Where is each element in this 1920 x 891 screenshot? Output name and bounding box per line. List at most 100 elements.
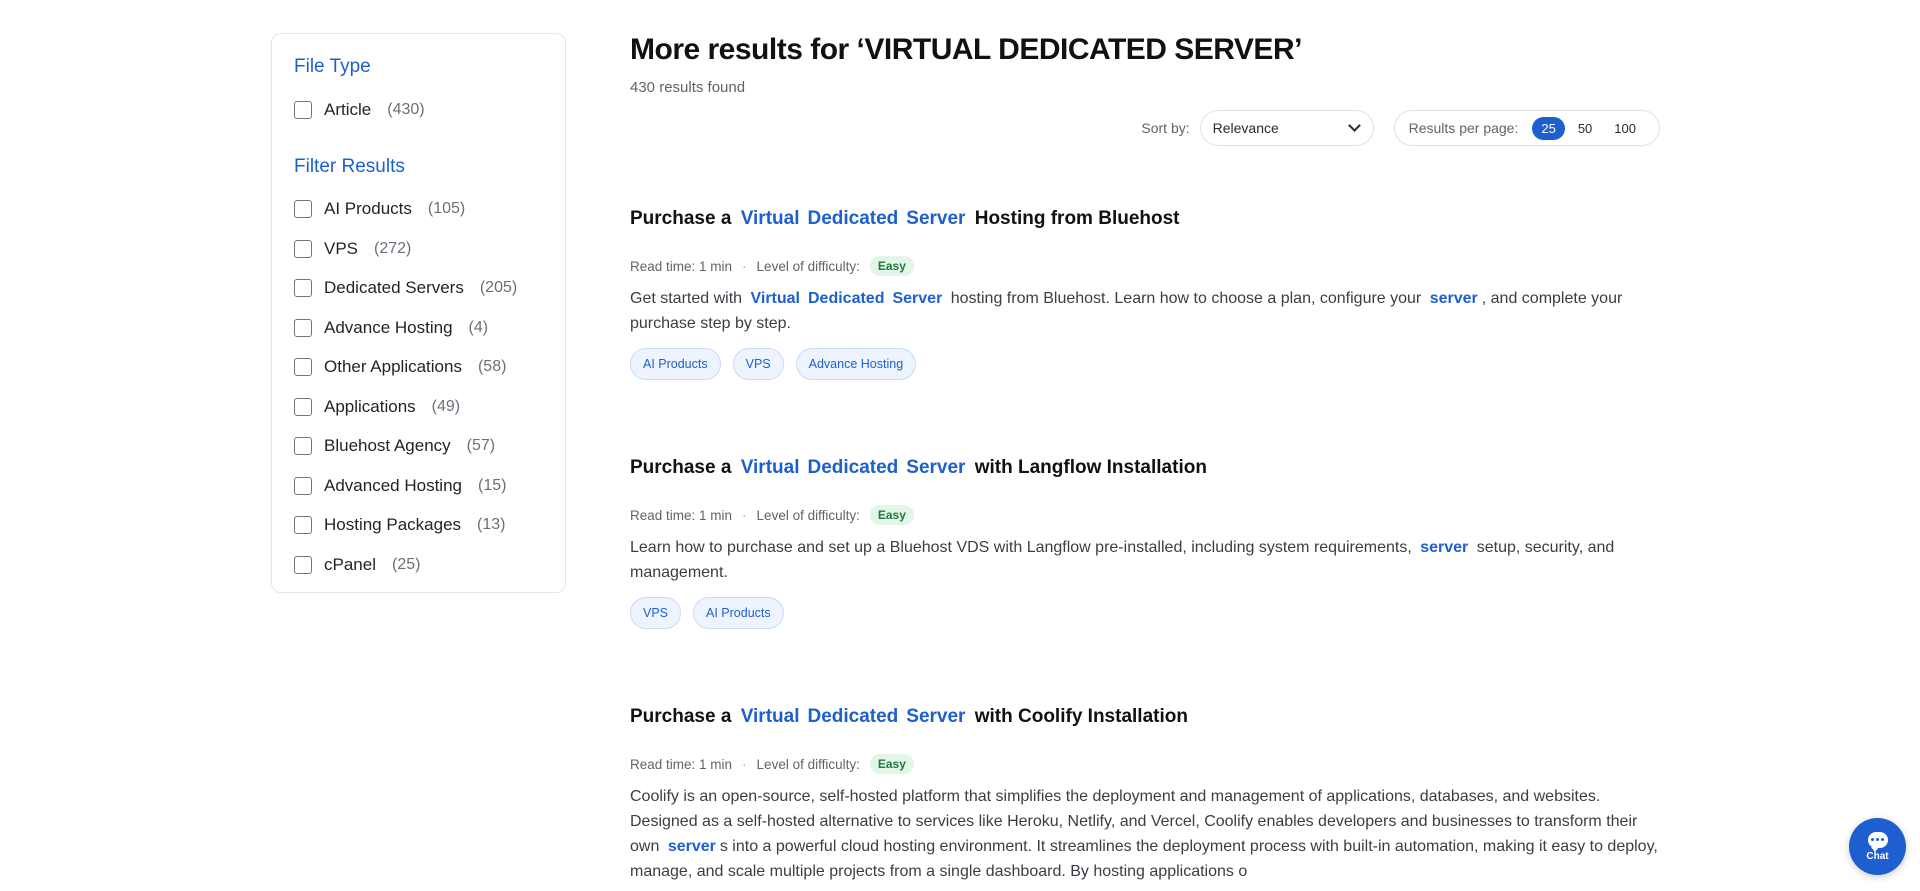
- filter-count: (25): [391, 555, 421, 573]
- checkbox[interactable]: [294, 397, 312, 416]
- filter-advanced-hosting[interactable]: Advanced Hosting (15): [294, 466, 543, 506]
- checkbox[interactable]: [294, 200, 312, 219]
- title-highlight: Dedicated: [807, 706, 899, 727]
- sort-value: Relevance: [1212, 120, 1279, 136]
- filter-label: Advance Hosting: [324, 317, 453, 337]
- filter-other-applications[interactable]: Other Applications (58): [294, 348, 543, 388]
- filter-applications[interactable]: Applications (49): [294, 387, 543, 427]
- filter-count: (430): [387, 100, 425, 118]
- filter-count: (49): [431, 397, 461, 415]
- filter-label: Bluehost Agency: [324, 436, 451, 456]
- tag-vps[interactable]: VPS: [732, 348, 784, 380]
- checkbox[interactable]: [294, 318, 312, 337]
- filter-results-title: Filter Results: [294, 155, 405, 177]
- result-item: Purchase a Virtual Dedicated Server Hostin…: [630, 208, 1660, 380]
- per-page-100[interactable]: 100: [1605, 117, 1645, 140]
- title-highlight: Dedicated: [807, 457, 899, 478]
- result-description: Get started with Virtual Dedicated Server …: [630, 286, 1660, 336]
- result-title-link[interactable]: Purchase a Virtual Dedicated Server Hostin…: [630, 208, 1660, 230]
- chat-button[interactable]: Chat: [1849, 818, 1906, 875]
- chat-bubble-icon: [1867, 831, 1888, 852]
- filter-bluehost-agency[interactable]: Bluehost Agency (57): [294, 427, 543, 467]
- filter-hosting-packages[interactable]: Hosting Packages (13): [294, 506, 543, 546]
- filter-count: (272): [374, 239, 412, 257]
- read-time: Read time: 1 min: [630, 756, 733, 772]
- title-highlight: Virtual: [740, 457, 800, 478]
- title-text: with Langflow Installation: [974, 457, 1207, 478]
- title-text: Purchase a: [630, 208, 732, 229]
- difficulty-label: Level of difficulty:: [756, 507, 860, 523]
- title-text: Purchase a: [630, 706, 732, 727]
- tag-ai-products[interactable]: AI Products: [693, 597, 784, 629]
- filter-sidebar: File Type Article (430) Filter Results A…: [271, 33, 566, 593]
- result-description: Coolify is an open-source, self-hosted p…: [630, 784, 1660, 884]
- checkbox[interactable]: [294, 555, 312, 574]
- title-highlight: Server: [906, 208, 966, 229]
- sort-label: Sort by:: [1141, 120, 1190, 136]
- desc-highlight: Virtual: [750, 290, 801, 307]
- filter-count: (13): [477, 516, 506, 534]
- file-type-title: File Type: [294, 56, 371, 77]
- per-page-50[interactable]: 50: [1569, 117, 1601, 140]
- title-text: Purchase a: [630, 457, 732, 478]
- filter-label: Hosting Packages: [324, 515, 462, 535]
- checkbox[interactable]: [294, 100, 312, 119]
- tag-vps[interactable]: VPS: [630, 597, 682, 629]
- filter-cpanel[interactable]: cPanel (25): [294, 545, 543, 585]
- checkbox[interactable]: [294, 476, 312, 495]
- per-page-25[interactable]: 25: [1532, 116, 1565, 140]
- filter-article[interactable]: Article (430): [294, 90, 543, 130]
- checkbox[interactable]: [294, 437, 312, 456]
- result-tags: AI Products VPS Advance Hosting: [630, 348, 1660, 380]
- filter-label: Dedicated Servers: [324, 278, 464, 298]
- desc-text: Get started with: [630, 290, 743, 307]
- title-highlight: Virtual: [740, 706, 800, 727]
- sort-dropdown[interactable]: Relevance: [1199, 110, 1374, 146]
- separator-dot: ·: [742, 507, 747, 523]
- filter-label: Article: [324, 99, 372, 119]
- filter-advance-hosting[interactable]: Advance Hosting (4): [294, 308, 543, 348]
- separator-dot: ·: [742, 756, 747, 772]
- per-page-label: Results per page:: [1408, 120, 1519, 136]
- difficulty-label: Level of difficulty:: [756, 258, 860, 274]
- difficulty-badge: Easy: [869, 505, 914, 525]
- desc-highlight: Server: [892, 290, 943, 307]
- results-controls: Sort by: Relevance Results per page: 25 …: [1141, 110, 1660, 146]
- chevron-down-icon: [1347, 119, 1361, 132]
- difficulty-badge: Easy: [869, 754, 914, 774]
- filter-count: (4): [468, 318, 489, 336]
- separator-dot: ·: [742, 258, 747, 274]
- result-meta: Read time: 1 min · Level of difficulty: …: [630, 505, 1660, 525]
- title-text: with Coolify Installation: [974, 706, 1188, 727]
- checkbox[interactable]: [294, 279, 312, 298]
- checkbox[interactable]: [294, 358, 312, 377]
- filter-label: Other Applications: [324, 357, 462, 377]
- filter-ai-products[interactable]: AI Products (105): [294, 190, 543, 230]
- read-time: Read time: 1 min: [630, 507, 733, 523]
- title-highlight: Server: [906, 457, 966, 478]
- title-highlight: Virtual: [740, 208, 800, 229]
- result-description: Learn how to purchase and set up a Blueh…: [630, 535, 1660, 585]
- title-highlight: Server: [906, 706, 966, 727]
- filter-dedicated-servers[interactable]: Dedicated Servers (205): [294, 269, 543, 309]
- difficulty-badge: Easy: [869, 256, 914, 276]
- checkbox[interactable]: [294, 516, 312, 535]
- checkbox[interactable]: [294, 239, 312, 258]
- filter-label: Advanced Hosting: [324, 475, 462, 495]
- chat-label: Chat: [1866, 850, 1889, 862]
- desc-highlight: server: [1420, 539, 1469, 556]
- result-tags: VPS AI Products: [630, 597, 1660, 629]
- filter-count: (57): [466, 437, 496, 455]
- tag-advance-hosting[interactable]: Advance Hosting: [795, 348, 917, 380]
- result-title-link[interactable]: Purchase a Virtual Dedicated Server with L…: [630, 457, 1660, 479]
- result-title-link[interactable]: Purchase a Virtual Dedicated Server with C…: [630, 706, 1660, 728]
- desc-highlight: server: [667, 838, 716, 855]
- tag-ai-products[interactable]: AI Products: [630, 348, 721, 380]
- title-highlight: Dedicated: [807, 208, 899, 229]
- results-count: 430 results found: [630, 79, 746, 96]
- filter-count: (205): [479, 279, 518, 297]
- filter-label: cPanel: [324, 554, 376, 574]
- result-meta: Read time: 1 min · Level of difficulty: …: [630, 754, 1660, 774]
- filter-vps[interactable]: VPS (272): [294, 229, 543, 269]
- result-item: Purchase a Virtual Dedicated Server with L…: [630, 457, 1660, 629]
